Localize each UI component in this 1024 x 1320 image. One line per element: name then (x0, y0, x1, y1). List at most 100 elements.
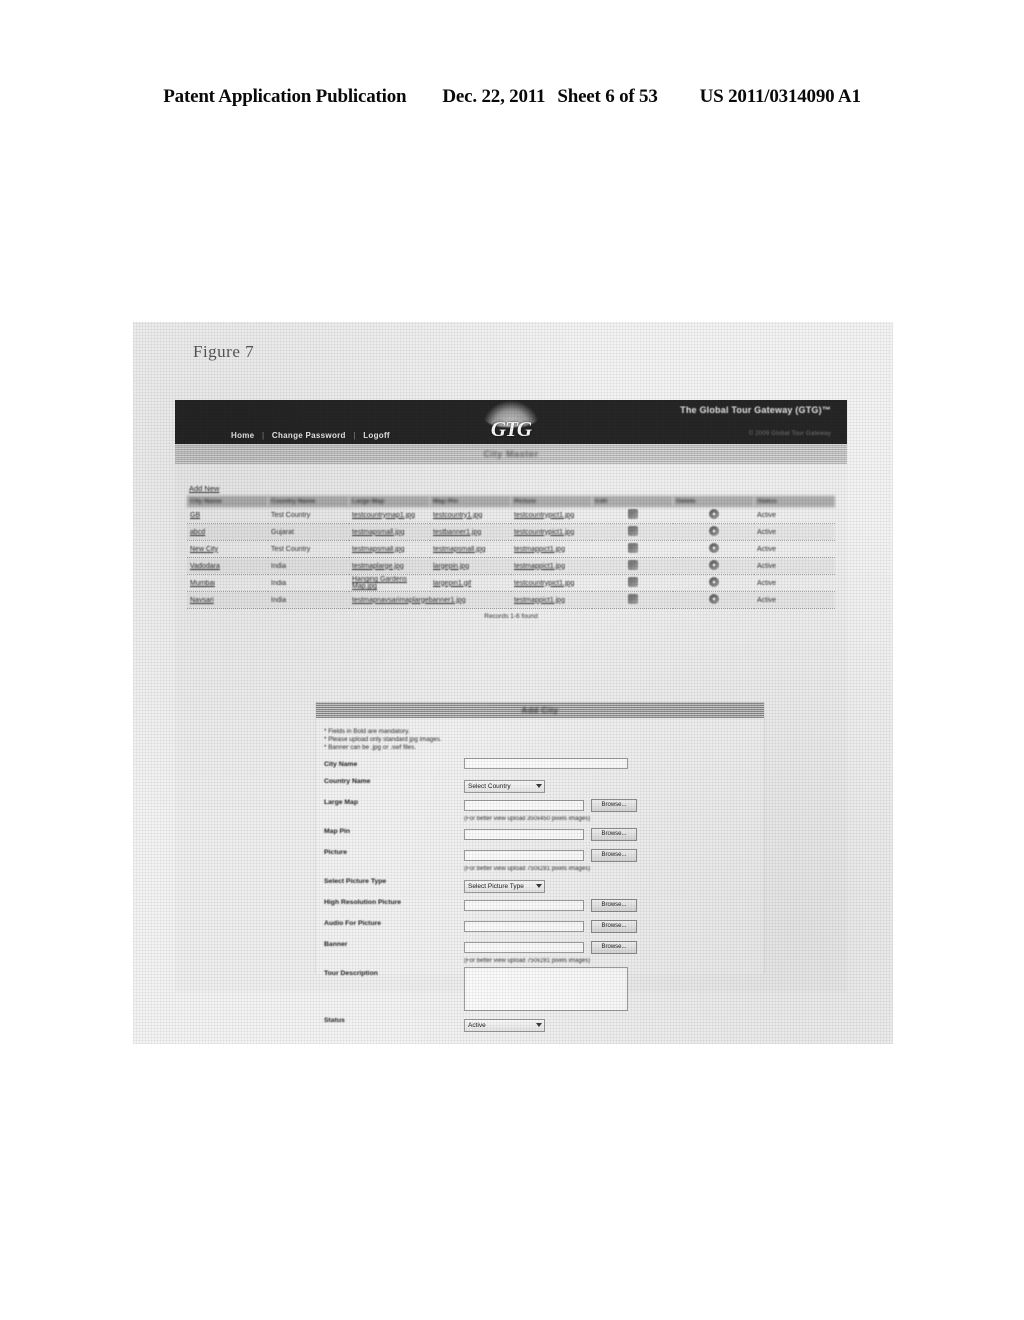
map-pin-file-input[interactable] (464, 828, 584, 840)
cell-map[interactable]: Hanging Gardens Map.jpg (349, 574, 430, 592)
cell-city[interactable]: Vadodara (187, 557, 268, 575)
large-map-file-input[interactable] (464, 799, 584, 811)
cell-picture[interactable]: testmappict1.jpg (511, 540, 592, 558)
high-res-picture-browse-button[interactable]: Browse... (591, 898, 637, 912)
cell-pin[interactable]: testcountry1.jpg (430, 507, 511, 524)
column-header-country[interactable]: Country Name (268, 496, 349, 507)
brand-title: The Global Tour Gateway (GTG)™ (680, 405, 831, 415)
cell-picture[interactable]: testmappict1.jpg (511, 557, 592, 575)
delete-icon[interactable] (708, 594, 719, 604)
edit-icon[interactable] (627, 526, 638, 536)
table-row[interactable]: GB Test Country testcountrymap1.jpg test… (187, 507, 835, 524)
column-header-map[interactable]: Large Map (349, 496, 430, 507)
cell-map[interactable]: testmapsmall.jpg (349, 523, 430, 541)
edit-icon[interactable] (627, 543, 638, 553)
label-banner: Banner (324, 941, 348, 948)
cell-map[interactable]: testmaplarge.jpg (349, 557, 430, 575)
cell-pin[interactable]: testbanner1.jpg (430, 523, 511, 541)
cell-map[interactable]: testcountrymap1.jpg (349, 507, 430, 524)
delete-icon[interactable] (708, 560, 719, 570)
cell-pin[interactable]: largepin1.gif (430, 574, 511, 592)
label-country-name: Country Name (324, 778, 371, 785)
cell-country: India (268, 591, 349, 609)
cell-edit[interactable] (592, 540, 673, 558)
audio-for-picture-file-input[interactable] (464, 920, 584, 932)
picture-browse-button[interactable]: Browse... (591, 848, 637, 862)
cell-delete[interactable] (673, 507, 754, 524)
cell-edit[interactable] (592, 591, 673, 609)
app-banner: GTG The Global Tour Gateway (GTG)™ © 200… (175, 400, 847, 444)
add-new-link[interactable]: Add New (189, 484, 219, 493)
nav-change-password[interactable]: Change Password (272, 431, 346, 440)
table-row[interactable]: abcd Gujarat testmapsmall.jpg testbanner… (187, 523, 835, 541)
picture-type-select[interactable]: Select Picture Type (464, 880, 545, 893)
cell-country: Test Country (268, 540, 349, 558)
edit-icon[interactable] (627, 560, 638, 570)
delete-icon[interactable] (708, 543, 719, 553)
column-header-picture[interactable]: Picture (511, 496, 592, 507)
label-audio-for-picture: Audio For Picture (324, 920, 382, 927)
cell-delete[interactable] (673, 540, 754, 558)
cell-pin[interactable]: testmapsmall.jpg (430, 540, 511, 558)
picture-file-input[interactable] (464, 849, 584, 861)
city-name-input[interactable] (464, 758, 628, 769)
cell-city[interactable]: abcd (187, 523, 268, 541)
large-map-hint: (For better view upload 350x450 pixels i… (464, 816, 591, 822)
column-header-pin[interactable]: Map Pin (430, 496, 511, 507)
table-row[interactable]: New City Test Country testmapsmall.jpg t… (187, 540, 835, 558)
cell-picture[interactable]: testcountrypict1.jpg (511, 523, 592, 541)
cell-delete[interactable] (673, 574, 754, 592)
cell-delete[interactable] (673, 523, 754, 541)
audio-for-picture-browse-button[interactable]: Browse... (591, 919, 637, 933)
cell-picture[interactable]: testcountrypict1.jpg (511, 574, 592, 592)
picture-type-selected-value: Select Picture Type (468, 883, 524, 890)
column-header-city[interactable]: City Name (187, 496, 268, 507)
cell-map[interactable]: testmapnavsarimaplargebanner1.jpg (349, 591, 511, 609)
high-res-picture-file-input[interactable] (464, 899, 584, 911)
cell-map[interactable]: testmapsmall.jpg (349, 540, 430, 558)
nav-logoff[interactable]: Logoff (363, 431, 390, 440)
cell-city[interactable]: Mumbai (187, 574, 268, 592)
cell-delete[interactable] (673, 591, 754, 609)
cell-picture[interactable]: testcountrypict1.jpg (511, 507, 592, 524)
banner-file-input[interactable] (464, 941, 584, 953)
page-title-bar: City Master (175, 444, 847, 464)
cell-pin[interactable]: largepin.jpg (430, 557, 511, 575)
status-select[interactable]: Active (464, 1019, 545, 1032)
cell-picture[interactable]: testmappict1.jpg (511, 591, 592, 609)
cell-country: Test Country (268, 507, 349, 524)
label-tour-description: Tour Description (324, 970, 378, 977)
nav-home[interactable]: Home (231, 431, 254, 440)
cell-city[interactable]: Navsari (187, 591, 268, 609)
delete-icon[interactable] (708, 577, 719, 587)
tour-description-textarea[interactable] (464, 967, 628, 1011)
field-row-picture-type: Select Picture Type Select Picture Type (316, 875, 764, 893)
cell-delete[interactable] (673, 557, 754, 575)
table-row[interactable]: Navsari India testmapnavsarimaplargebann… (187, 591, 835, 609)
form-header-bar: Add City (316, 702, 764, 718)
cell-edit[interactable] (592, 523, 673, 541)
country-name-select[interactable]: Select Country (464, 780, 545, 793)
delete-icon[interactable] (708, 526, 719, 536)
table-row[interactable]: Vadodara India testmaplarge.jpg largepin… (187, 557, 835, 575)
cell-country: Gujarat (268, 523, 349, 541)
cell-edit[interactable] (592, 507, 673, 524)
edit-icon[interactable] (627, 509, 638, 519)
edit-icon[interactable] (627, 594, 638, 604)
cell-city[interactable]: GB (187, 507, 268, 524)
chevron-down-icon (536, 1023, 542, 1027)
add-city-form-panel: Add City * Fields in Bold are mandatory.… (315, 702, 765, 1032)
column-header-status[interactable]: Status (754, 496, 835, 507)
cell-edit[interactable] (592, 574, 673, 592)
scanned-figure-region: Figure 7 GTG The Global Tour Gateway (GT… (133, 322, 893, 1044)
map-pin-browse-button[interactable]: Browse... (591, 827, 637, 841)
large-map-browse-button[interactable]: Browse... (591, 798, 637, 812)
edit-icon[interactable] (627, 577, 638, 587)
delete-icon[interactable] (708, 509, 719, 519)
chevron-down-icon (536, 784, 542, 788)
cell-edit[interactable] (592, 557, 673, 575)
cell-city[interactable]: New City (187, 540, 268, 558)
table-row[interactable]: Mumbai India Hanging Gardens Map.jpg lar… (187, 574, 835, 592)
banner-browse-button[interactable]: Browse... (591, 940, 637, 954)
patent-page-header: Patent Application Publication Dec. 22, … (0, 86, 1024, 108)
